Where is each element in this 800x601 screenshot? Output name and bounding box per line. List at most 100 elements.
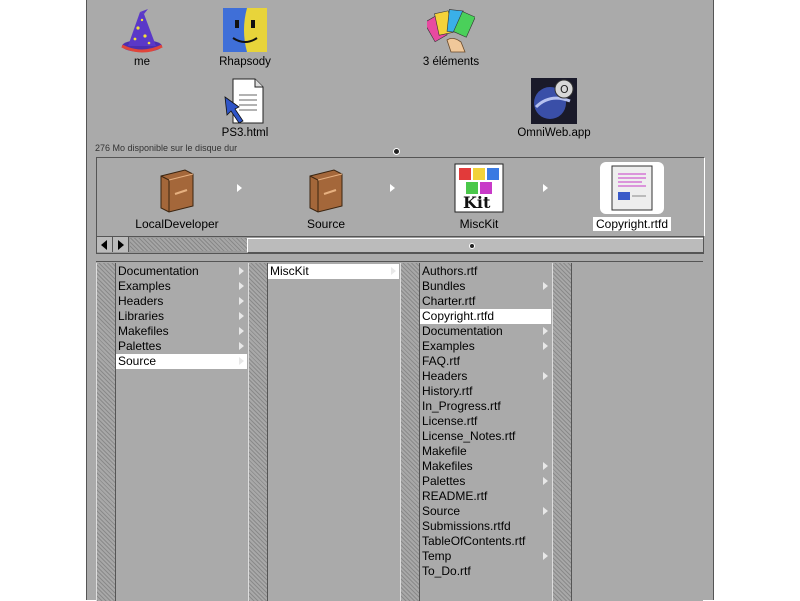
browser-row-label: FAQ.rtf [422, 354, 461, 368]
shelf-item-omniweb[interactable]: O OmniWeb.app [499, 77, 609, 139]
browser-row[interactable]: Source [116, 354, 247, 369]
browser-row[interactable]: License_Notes.rtf [420, 429, 551, 444]
browser-row[interactable]: FAQ.rtf [420, 354, 551, 369]
branch-arrow-icon [542, 476, 548, 486]
browser-row[interactable]: Libraries [116, 309, 247, 324]
browser-row[interactable]: TableOfContents.rtf [420, 534, 551, 549]
browser-row-label: History.rtf [422, 384, 473, 398]
column-scrollbar[interactable] [552, 263, 572, 601]
branch-arrow-icon [542, 371, 548, 381]
browser-row-label: Libraries [118, 309, 165, 323]
column-scrollbar[interactable] [248, 263, 268, 601]
shelf-item-me[interactable]: me [87, 6, 197, 68]
browser-row-label: Source [422, 504, 461, 518]
path-item-localdeveloper[interactable]: LocalDeveloper [117, 162, 237, 231]
browser-row[interactable]: In_Progress.rtf [420, 399, 551, 414]
arrow-right-icon [118, 240, 124, 250]
scroll-left-button[interactable] [97, 237, 113, 252]
branch-arrow-icon [238, 296, 244, 306]
browser-row[interactable]: Source [420, 504, 551, 519]
browser-row-label: Makefiles [118, 324, 169, 338]
path-item-copyright-rtfd[interactable]: Copyright.rtfd [572, 162, 692, 231]
browser-row[interactable]: Makefiles [420, 459, 551, 474]
browser-row[interactable]: Examples [116, 279, 247, 294]
scroll-trough[interactable] [130, 238, 247, 251]
shelf-item-label: me [134, 56, 150, 68]
browser-row[interactable]: Makefile [420, 444, 551, 459]
branch-arrow-icon [542, 326, 548, 336]
browser-row-label: Palettes [422, 474, 466, 488]
svg-text:Kit: Kit [463, 193, 491, 212]
branch-arrow-icon [238, 326, 244, 336]
branch-arrow-icon [238, 281, 244, 291]
misckit-icon: Kit [447, 162, 511, 214]
browser-row[interactable]: Headers [420, 369, 551, 384]
browser-row-label: Palettes [118, 339, 162, 353]
shelf-item-ps3-html[interactable]: PS3.html [190, 77, 300, 139]
browser-row[interactable]: Makefiles [116, 324, 247, 339]
browser-row-label: Bundles [422, 279, 466, 293]
path-item-label: MiscKit [459, 217, 499, 231]
shelf-item-3-elements[interactable]: 3 éléments [396, 6, 506, 68]
file-viewer-window: me Rhapsody 3 éléments PS3.html O OmniWe… [86, 0, 714, 601]
path-item-label: Copyright.rtfd [592, 217, 672, 231]
browser-row-label: Submissions.rtfd [422, 519, 511, 533]
disk-status: 276 Mo disponible sur le disque dur [95, 143, 238, 153]
shelf-item-label: Rhapsody [219, 56, 271, 68]
browser-row-label: Examples [422, 339, 475, 353]
browser-columns: Documentation Examples Headers Libraries Mak… [96, 261, 703, 601]
browser-column-4 [572, 264, 702, 601]
path-item-label: Source [306, 217, 346, 231]
column-scrollbar[interactable] [96, 263, 116, 601]
browser-row[interactable]: History.rtf [420, 384, 551, 399]
branch-arrow-icon [542, 461, 548, 471]
browser-column-3: Authors.rtf Bundles Charter.rtf Copyright.r… [420, 264, 551, 601]
browser-row[interactable]: Bundles [420, 279, 551, 294]
browser-row[interactable]: Palettes [116, 339, 247, 354]
horizontal-scrollbar[interactable] [96, 236, 704, 254]
browser-row[interactable]: MiscKit [268, 264, 399, 279]
browser-row[interactable]: Documentation [420, 324, 551, 339]
branch-arrow-icon [542, 281, 548, 291]
arrow-left-icon [101, 240, 107, 250]
scroll-knob[interactable] [247, 238, 703, 253]
branch-arrow-icon [542, 551, 548, 561]
path-separator-arrow [390, 184, 395, 192]
branch-arrow-icon [238, 356, 244, 366]
browser-row[interactable]: README.rtf [420, 489, 551, 504]
html-document-icon [221, 77, 269, 125]
shelf-item-rhapsody[interactable]: Rhapsody [190, 6, 300, 68]
icon-path-view: LocalDeveloper Source Kit MiscKit Copyri… [96, 157, 705, 236]
shelf-resize-handle[interactable] [393, 148, 400, 155]
wizard-icon [118, 6, 166, 54]
rtfd-document-icon [600, 162, 664, 214]
browser-row-label: Makefile [422, 444, 467, 458]
browser-row[interactable]: To_Do.rtf [420, 564, 551, 579]
browser-row[interactable]: License.rtf [420, 414, 551, 429]
browser-row[interactable]: Documentation [116, 264, 247, 279]
cards-fan-icon [423, 6, 476, 54]
knob-dimple [469, 243, 475, 249]
browser-row[interactable]: Authors.rtf [420, 264, 551, 279]
column-scrollbar[interactable] [400, 263, 420, 601]
browser-row[interactable]: Examples [420, 339, 551, 354]
browser-row-label: Charter.rtf [422, 294, 476, 308]
browser-row-label: Documentation [422, 324, 503, 338]
browser-row-label: License.rtf [422, 414, 478, 428]
browser-row[interactable]: Charter.rtf [420, 294, 551, 309]
browser-row[interactable]: Copyright.rtfd [420, 309, 551, 324]
browser-row-label: To_Do.rtf [422, 564, 471, 578]
path-item-source[interactable]: Source [266, 162, 386, 231]
browser-row-label: Headers [422, 369, 468, 383]
browser-row[interactable]: Submissions.rtfd [420, 519, 551, 534]
browser-row[interactable]: Palettes [420, 474, 551, 489]
path-item-misckit[interactable]: Kit MiscKit [419, 162, 539, 231]
scroll-right-button[interactable] [113, 237, 129, 252]
branch-arrow-icon [542, 506, 548, 516]
browser-row-label: License_Notes.rtf [422, 429, 516, 443]
browser-row-label: Makefiles [422, 459, 473, 473]
branch-arrow-icon [542, 341, 548, 351]
folder-icon [145, 162, 209, 214]
browser-row[interactable]: Temp [420, 549, 551, 564]
browser-row[interactable]: Headers [116, 294, 247, 309]
